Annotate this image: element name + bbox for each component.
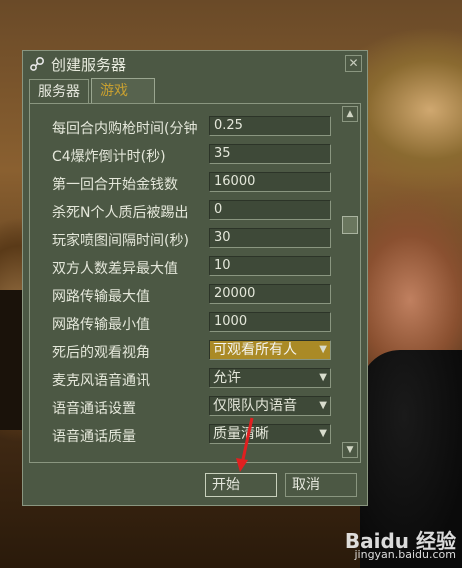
team-diff-input[interactable]: 10: [209, 256, 331, 276]
setting-label: C4爆炸倒计时(秒): [52, 149, 166, 165]
start-money-input[interactable]: 16000: [209, 172, 331, 192]
setting-label: 每回合内购枪时间(分钟: [52, 121, 198, 137]
setting-row: 麦克风语音通讯 允许 ▼: [30, 366, 342, 394]
chevron-down-icon: ▼: [319, 344, 327, 355]
setting-row: 语音通话设置 仅限队内语音 ▼: [30, 394, 342, 422]
setting-label: 网路传输最小值: [52, 317, 150, 333]
voice-setting-select[interactable]: 仅限队内语音 ▼: [209, 396, 331, 416]
mic-voice-select[interactable]: 允许 ▼: [209, 368, 331, 388]
setting-row: 玩家喷图间隔时间(秒) 30: [30, 226, 342, 254]
tab-label: 服务器: [38, 84, 80, 100]
baidu-logo: Baidu 经验: [344, 529, 456, 553]
spray-interval-input[interactable]: 30: [209, 228, 331, 248]
create-server-dialog: 创建服务器 ✕ 服务器 游戏 每回合内购枪时间(分钟 0.25 C4爆炸倒计时(…: [22, 50, 368, 506]
setting-label: 死后的观看视角: [52, 345, 150, 361]
c4-timer-input[interactable]: 35: [209, 144, 331, 164]
setting-row: 第一回合开始金钱数 16000: [30, 170, 342, 198]
tab-game[interactable]: 游戏: [91, 78, 155, 104]
setting-row: 双方人数差异最大值 10: [30, 254, 342, 282]
cancel-button[interactable]: 取消: [285, 473, 357, 497]
setting-row: C4爆炸倒计时(秒) 35: [30, 142, 342, 170]
triangle-up-icon: ▲: [346, 109, 354, 119]
vertical-scrollbar[interactable]: ▲ ▼: [342, 106, 358, 458]
background-figure: [0, 290, 24, 430]
red-arrow-annotation: [236, 417, 254, 472]
watermark-url: jingyan.baidu.com: [354, 548, 456, 561]
select-value: 可观看所有人: [213, 342, 297, 358]
setting-label: 杀死N个人质后被踢出: [52, 205, 189, 221]
setting-label: 麦克风语音通讯: [52, 373, 150, 389]
scroll-down-button[interactable]: ▼: [342, 442, 358, 458]
scroll-up-button[interactable]: ▲: [342, 106, 358, 122]
voice-quality-select[interactable]: 质量清晰 ▼: [209, 424, 331, 444]
select-value: 仅限队内语音: [213, 398, 297, 414]
setting-label: 语音通话设置: [52, 401, 136, 417]
select-value: 允许: [213, 370, 241, 386]
setting-row: 网路传输最大值 20000: [30, 282, 342, 310]
settings-list: 每回合内购枪时间(分钟 0.25 C4爆炸倒计时(秒) 35 第一回合开始金钱数…: [30, 104, 342, 462]
spectate-mode-select[interactable]: 可观看所有人 ▼: [209, 340, 331, 360]
setting-label: 玩家喷图间隔时间(秒): [52, 233, 189, 249]
max-rate-input[interactable]: 20000: [209, 284, 331, 304]
steam-icon: [29, 56, 45, 72]
chevron-down-icon: ▼: [319, 372, 327, 383]
triangle-down-icon: ▼: [346, 445, 354, 455]
scroll-thumb[interactable]: [342, 216, 358, 234]
dialog-title: 创建服务器: [51, 56, 127, 74]
baidu-watermark: Baidu 经验 jingyan.baidu.com: [344, 529, 456, 562]
tab-label: 游戏: [100, 83, 128, 99]
setting-label: 语音通话质量: [52, 429, 136, 445]
setting-row: 杀死N个人质后被踢出 0: [30, 198, 342, 226]
close-icon: ✕: [348, 56, 359, 70]
close-button[interactable]: ✕: [345, 55, 362, 72]
setting-row: 死后的观看视角 可观看所有人 ▼: [30, 338, 342, 366]
setting-row: 语音通话质量 质量清晰 ▼: [30, 422, 342, 450]
hostage-kick-input[interactable]: 0: [209, 200, 331, 220]
dialog-titlebar[interactable]: 创建服务器 ✕: [23, 51, 367, 77]
tab-server[interactable]: 服务器: [29, 79, 89, 103]
buy-time-input[interactable]: 0.25: [209, 116, 331, 136]
setting-row: 每回合内购枪时间(分钟 0.25: [30, 114, 342, 142]
game-settings-panel: 每回合内购枪时间(分钟 0.25 C4爆炸倒计时(秒) 35 第一回合开始金钱数…: [29, 103, 361, 463]
chevron-down-icon: ▼: [319, 400, 327, 411]
setting-row: 网路传输最小值 1000: [30, 310, 342, 338]
start-button[interactable]: 开始: [205, 473, 277, 497]
min-rate-input[interactable]: 1000: [209, 312, 331, 332]
chevron-down-icon: ▼: [319, 428, 327, 439]
setting-label: 第一回合开始金钱数: [52, 177, 178, 193]
setting-label: 双方人数差异最大值: [52, 261, 178, 277]
setting-label: 网路传输最大值: [52, 289, 150, 305]
